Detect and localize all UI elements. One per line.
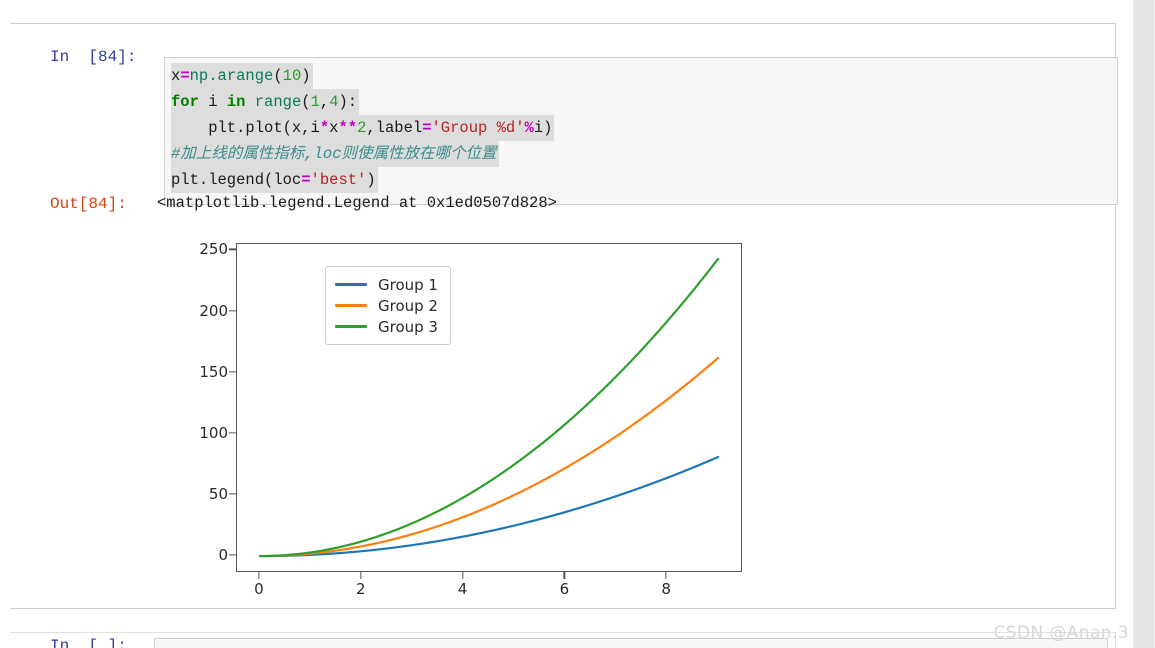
plot-axes: Group 1 Group 2 Group 3: [236, 243, 742, 572]
code-token: %: [524, 119, 534, 137]
code-token: 'Group %d': [431, 119, 525, 137]
code-lines: x=np.arange(10) for i in range(1,4): plt.…: [171, 63, 1117, 193]
x-tick-label: 0: [254, 580, 264, 598]
code-token: (: [301, 93, 311, 111]
page-scrollbar-thumb[interactable]: [1134, 0, 1154, 648]
code-token: x: [171, 67, 181, 85]
y-tick-mark: [229, 554, 236, 556]
y-tick-label: 250: [199, 240, 228, 259]
code-token: **: [338, 119, 358, 137]
x-tick-mark: [563, 572, 566, 579]
code-token: (: [273, 67, 283, 85]
code-editor[interactable]: x=np.arange(10) for i in range(1,4): plt.…: [164, 57, 1118, 205]
code-token: plt.plot(x,i: [171, 119, 320, 137]
code-line: x=np.arange(10): [171, 63, 313, 89]
y-tick-label: 200: [199, 301, 228, 320]
output-prompt: Out[84]:: [50, 195, 127, 213]
x-tick-label: 4: [457, 580, 468, 598]
y-tick-label: 150: [199, 362, 228, 381]
code-line: for i in range(1,4):: [171, 89, 360, 115]
y-tick-mark: [229, 370, 236, 373]
code-token: ):: [338, 93, 358, 111]
y-tick-mark: [229, 432, 236, 434]
code-token: i): [533, 119, 553, 137]
cell-text-output: <matplotlib.legend.Legend at 0x1ed0507d8…: [157, 194, 557, 212]
code-line: plt.plot(x,i*x**2,label='Group %d'%i): [171, 115, 555, 141]
legend-swatch-icon: [335, 325, 367, 328]
code-token: 4: [329, 93, 339, 111]
x-tick-mark: [258, 572, 260, 579]
csdn-watermark: CSDN @Anan.3: [993, 623, 1129, 643]
code-line: plt.legend(loc='best'): [171, 167, 378, 193]
page-scrollbar-track[interactable]: [1133, 0, 1155, 648]
legend-item: Group 3: [335, 316, 438, 337]
code-token: =: [301, 171, 311, 189]
code-token: ): [366, 171, 376, 189]
code-token: ,label: [366, 119, 423, 137]
legend-swatch-icon: [335, 283, 367, 286]
matplotlib-figure: Group 1 Group 2 Group 3 0 50 100 150 200 250 0 2 4…: [160, 230, 780, 598]
code-token: plt.legend(loc: [171, 171, 302, 189]
input-prompt: In [84]:: [50, 48, 137, 66]
legend-item: Group 1: [335, 274, 438, 295]
legend-label: Group 3: [378, 317, 438, 336]
y-tick-mark: [229, 248, 236, 250]
code-token: i: [198, 93, 227, 111]
legend-label: Group 2: [378, 296, 438, 315]
code-token: ,: [319, 93, 330, 111]
y-tick-label: 100: [199, 423, 228, 442]
x-tick-mark: [360, 572, 362, 579]
code-token: np.arange: [189, 67, 274, 85]
code-token: =: [180, 67, 190, 85]
series-line: [258, 356, 720, 558]
code-token: 'best': [310, 171, 367, 189]
notebook-page: x=np.arange(10) for i in range(1,4): plt.…: [0, 0, 1155, 648]
code-token: =: [422, 119, 432, 137]
y-tick-mark: [229, 493, 236, 495]
x-tick-label: 2: [355, 580, 366, 598]
y-tick-label: 0: [218, 546, 228, 565]
code-token: 10: [282, 67, 302, 85]
plot-lines: [258, 257, 720, 558]
code-token: 2: [357, 119, 367, 137]
code-token: 1: [310, 93, 320, 111]
x-tick-mark: [665, 572, 667, 579]
y-tick-mark: [229, 309, 236, 312]
code-token: for: [171, 93, 199, 111]
code-line: #加上线的属性指标,loc则使属性放在哪个位置: [171, 141, 499, 167]
legend-swatch-icon: [335, 304, 367, 307]
legend-item: Group 2: [335, 295, 438, 316]
code-token: range: [254, 93, 302, 111]
plot-legend: Group 1 Group 2 Group 3: [325, 266, 451, 345]
next-code-editor[interactable]: [154, 638, 1108, 648]
x-tick-mark: [461, 572, 464, 579]
code-token: ): [301, 67, 311, 85]
code-token: #加上线的属性指标,loc则使属性放在哪个位置: [171, 145, 497, 163]
y-tick-label: 50: [208, 484, 228, 503]
code-token: in: [226, 93, 246, 111]
x-tick-label: 6: [559, 580, 570, 598]
legend-label: Group 1: [378, 275, 438, 294]
code-token: *: [319, 119, 330, 137]
next-input-prompt: In [ ]:: [50, 637, 127, 648]
x-tick-label: 8: [661, 580, 671, 598]
